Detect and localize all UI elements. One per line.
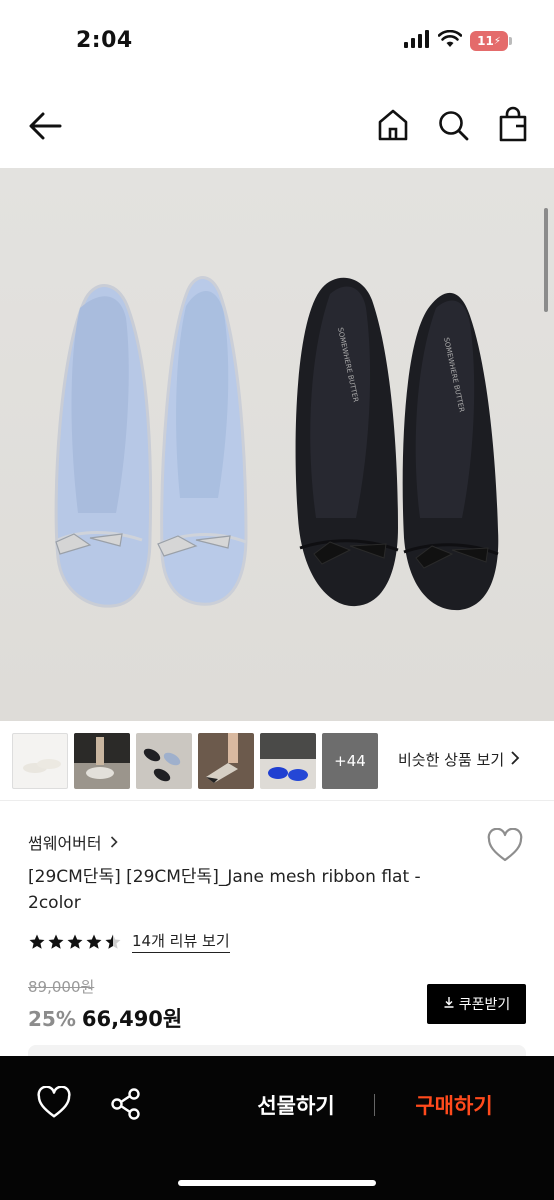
more-photos-button[interactable]: +44 [322, 733, 378, 789]
share-icon[interactable] [108, 1086, 144, 1122]
signal-icon [404, 30, 430, 52]
similar-products-label: 비슷한 상품 보기 [398, 751, 505, 769]
thumbnail-5[interactable] [260, 733, 316, 789]
price-row: 25% 66,490원 [28, 1003, 182, 1033]
battery-indicator: 11 ⚡ [470, 31, 512, 51]
hero-scroll-indicator [544, 208, 548, 312]
rating-row: 14개 리뷰 보기 [28, 930, 230, 953]
thumbnail-2[interactable] [74, 733, 130, 789]
wifi-icon [437, 29, 463, 52]
shopping-bag-icon[interactable] [496, 106, 530, 144]
back-arrow-icon[interactable] [26, 108, 66, 144]
search-icon[interactable] [436, 106, 470, 144]
status-bar: 2:04 11 ⚡ [0, 0, 554, 82]
home-icon[interactable] [376, 106, 410, 144]
bottom-action-bar: 선물하기 구매하기 [0, 1056, 554, 1200]
sale-price: 66,490원 [81, 1007, 183, 1031]
discount-rate: 25% [28, 1007, 76, 1031]
download-icon [443, 996, 455, 1012]
section-divider [0, 800, 554, 801]
coupon-button[interactable]: 쿠폰받기 [427, 984, 526, 1024]
similar-products-link[interactable]: 비슷한 상품 보기 [398, 749, 520, 770]
battery-level: 11 [477, 34, 494, 48]
thumbnail-3[interactable] [136, 733, 192, 789]
charging-bolt-icon: ⚡ [493, 35, 501, 47]
more-photos-count: +44 [334, 752, 366, 770]
coupon-label: 쿠폰받기 [458, 997, 511, 1013]
thumbnail-1[interactable] [12, 733, 68, 789]
wishlist-heart-icon[interactable] [36, 1085, 72, 1120]
status-time: 2:04 [76, 28, 133, 53]
star-half-icon [105, 934, 121, 949]
star-rating [28, 933, 122, 951]
product-hero-image[interactable]: SOMEWHERE BUTTER SOMEWHERE BUTTER [0, 168, 554, 721]
thumbnail-strip: +44 비슷한 상품 보기 [0, 729, 554, 793]
gift-button[interactable]: 선물하기 [236, 1090, 356, 1120]
star-full-icon [86, 934, 102, 949]
brand-name: 썸웨어버터 [28, 834, 102, 853]
product-title: [29CM단독] [29CM단독]_Jane mesh ribbon flat … [28, 867, 421, 913]
brand-link[interactable]: 썸웨어버터 [28, 830, 118, 854]
buy-button[interactable]: 구매하기 [394, 1090, 514, 1120]
star-full-icon [48, 934, 64, 949]
original-price: 89,000원 [28, 978, 95, 996]
wishlist-heart-icon[interactable] [486, 827, 524, 864]
star-full-icon [67, 934, 83, 949]
thumbnail-4[interactable] [198, 733, 254, 789]
status-icons: 11 ⚡ [404, 29, 512, 52]
review-link[interactable]: 14개 리뷰 보기 [132, 930, 230, 953]
button-separator [374, 1094, 375, 1116]
home-indicator [178, 1180, 376, 1186]
chevron-right-icon [110, 833, 118, 852]
top-nav-bar [0, 92, 554, 162]
chevron-right-icon [510, 750, 520, 769]
star-full-icon [29, 934, 45, 949]
